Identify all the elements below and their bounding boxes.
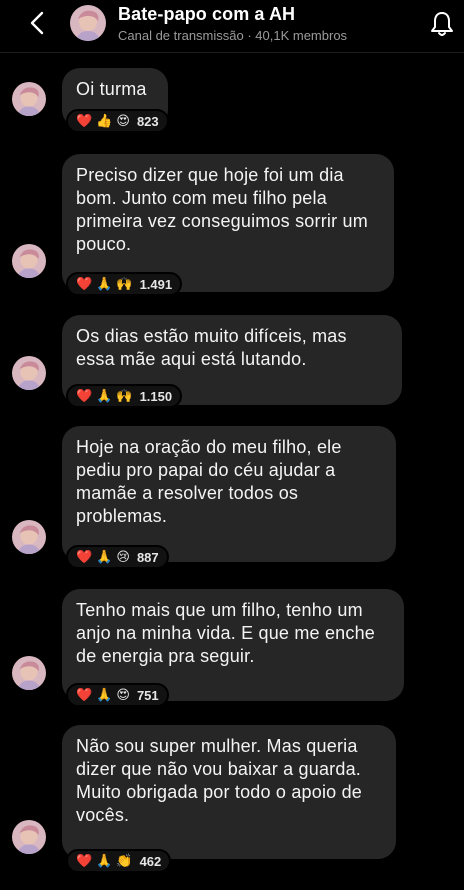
reactions-pill[interactable]: ❤️ 🙏 👏 462: [66, 849, 172, 873]
reaction-count: 1.150: [139, 388, 173, 404]
heart-icon: ❤️: [76, 853, 93, 868]
praying-hands-icon: 🙏: [96, 549, 113, 564]
heart-icon: ❤️: [76, 113, 93, 128]
heart-icon: ❤️: [76, 687, 93, 702]
reactions-pill[interactable]: ❤️ 🙏 🙌 1.150: [66, 384, 183, 408]
reaction-count: 462: [139, 853, 162, 869]
channel-avatar[interactable]: [70, 5, 106, 41]
reaction-count: 823: [136, 113, 159, 129]
message-text: Não sou super mulher. Mas queria dizer q…: [76, 736, 363, 825]
clapping-hands-icon: 👏: [116, 853, 133, 868]
message-text: Tenho mais que um filho, tenho um anjo n…: [76, 600, 375, 666]
channel-subtitle: Canal de transmissão · 40,1K membros: [118, 28, 348, 43]
message-text: Hoje na oração do meu filho, ele pediu p…: [76, 437, 342, 526]
heart-icon: ❤️: [76, 549, 93, 564]
reaction-count: 1.491: [139, 276, 173, 292]
sender-avatar[interactable]: [12, 820, 46, 854]
heart-eyes-icon: 😍: [116, 687, 130, 702]
back-arrow-icon[interactable]: [24, 8, 52, 38]
praying-hands-icon: 🙏: [96, 687, 113, 702]
praying-hands-icon: 🙏: [96, 276, 113, 291]
message-bubble[interactable]: Hoje na oração do meu filho, ele pediu p…: [62, 426, 396, 562]
reaction-count: 887: [136, 549, 159, 565]
channel-title[interactable]: Bate-papo com a AH: [118, 4, 295, 25]
reactions-pill[interactable]: ❤️ 🙏 🙌 1.491: [66, 272, 183, 296]
sender-avatar[interactable]: [12, 82, 46, 116]
sender-avatar[interactable]: [12, 520, 46, 554]
message-text: Os dias estão muito difíceis, mas essa m…: [76, 326, 347, 369]
raised-hands-icon: 🙌: [116, 388, 133, 403]
raised-hands-icon: 🙌: [116, 276, 133, 291]
sender-avatar[interactable]: [12, 356, 46, 390]
reactions-pill[interactable]: ❤️ 🙏 😍 751: [66, 683, 169, 707]
reactions-pill[interactable]: ❤️ 🙏 😢 887: [66, 545, 169, 569]
channel-header: Bate-papo com a AH Canal de transmissão …: [0, 0, 464, 53]
sender-avatar[interactable]: [12, 656, 46, 690]
thumbs-up-icon: 👍: [96, 113, 113, 128]
message-text: Oi turma: [76, 79, 147, 99]
heart-icon: ❤️: [76, 276, 93, 291]
heart-icon: ❤️: [76, 388, 93, 403]
heart-eyes-icon: 😍: [116, 113, 130, 128]
bell-icon[interactable]: [428, 8, 456, 38]
message-bubble[interactable]: Não sou super mulher. Mas queria dizer q…: [62, 725, 396, 859]
praying-hands-icon: 🙏: [96, 388, 113, 403]
reaction-count: 751: [136, 687, 159, 703]
praying-hands-icon: 🙏: [96, 853, 113, 868]
reactions-pill[interactable]: ❤️ 👍 😍 823: [66, 109, 169, 133]
sad-face-icon: 😢: [116, 549, 130, 564]
sender-avatar[interactable]: [12, 244, 46, 278]
message-text: Preciso dizer que hoje foi um dia bom. J…: [76, 165, 368, 254]
